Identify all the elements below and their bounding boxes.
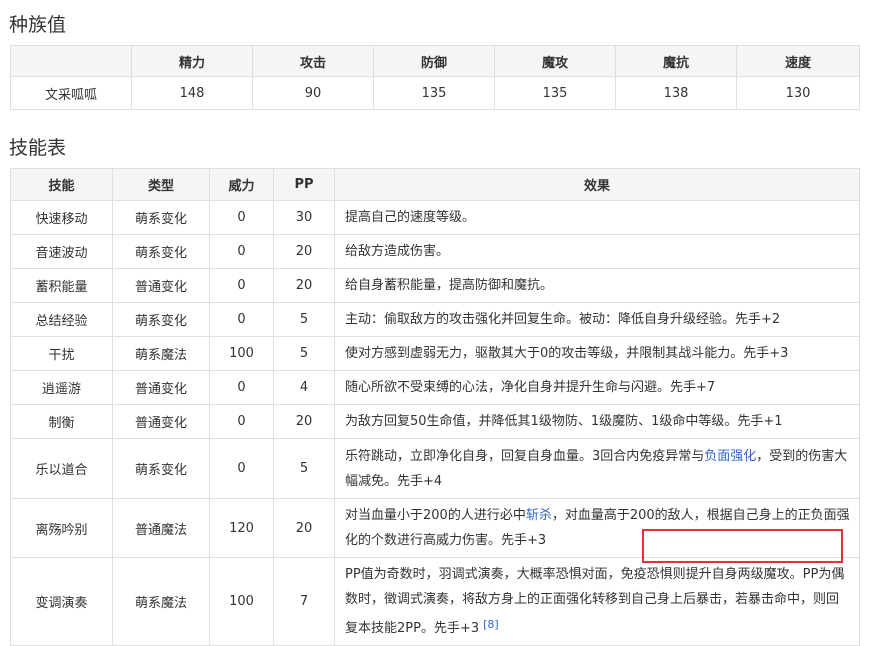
skill-pp: 5 — [273, 438, 335, 499]
stats-header-cell: 精力 — [131, 45, 253, 77]
skills-header-row: 技能 类型 威力 PP 效果 — [10, 168, 860, 201]
stats-header-cell: 魔攻 — [494, 45, 616, 77]
skill-name: 乐以道合 — [10, 438, 113, 499]
stats-value-cell: 90 — [252, 76, 374, 110]
skill-power: 120 — [209, 498, 274, 558]
stats-section-title: 种族值 — [9, 14, 67, 36]
skill-type: 普通变化 — [112, 370, 210, 405]
stats-value-cell: 130 — [736, 76, 860, 110]
skill-power: 0 — [209, 302, 274, 337]
reference-link[interactable]: [8] — [483, 618, 499, 631]
skill-name: 总结经验 — [10, 302, 113, 337]
skill-power: 100 — [209, 557, 274, 646]
skill-pp: 20 — [273, 404, 335, 439]
skills-section-title: 技能表 — [9, 137, 67, 159]
skill-name: 制衡 — [10, 404, 113, 439]
stats-value-cell: 135 — [494, 76, 616, 110]
skill-power: 0 — [209, 234, 274, 269]
stats-header-cell: 速度 — [736, 45, 860, 77]
skill-effect: 随心所欲不受束缚的心法，净化自身并提升生命与闪避。先手+7 — [334, 370, 860, 405]
skill-type: 萌系魔法 — [112, 336, 210, 371]
stats-header-cell: 魔抗 — [615, 45, 737, 77]
skill-power: 0 — [209, 200, 274, 235]
skill-effect: 给敌方造成伤害。 — [334, 234, 860, 269]
skill-type: 萌系变化 — [112, 200, 210, 235]
stats-value-cell: 138 — [615, 76, 737, 110]
skill-row: 制衡 普通变化 0 20 为敌方回复50生命值，并降低其1级物防、1级魔防、1级… — [10, 404, 860, 439]
skill-type: 萌系魔法 — [112, 557, 210, 646]
skill-effect: 主动：偷取敌方的攻击强化并回复生命。被动：降低自身升级经验。先手+2 — [334, 302, 860, 337]
skill-type: 普通魔法 — [112, 498, 210, 558]
stats-table: 精力 攻击 防御 魔攻 魔抗 速度 文采呱呱 148 90 135 135 13… — [10, 45, 860, 110]
skill-name: 音速波动 — [10, 234, 113, 269]
skill-power: 0 — [209, 438, 274, 499]
skill-name: 离殇吟别 — [10, 498, 113, 558]
stats-header-row: 精力 攻击 防御 魔攻 魔抗 速度 — [10, 45, 860, 77]
skills-header-cell: 效果 — [334, 168, 860, 201]
skill-effect-text: 给敌方造成伤害。 — [345, 244, 450, 259]
skill-power: 0 — [209, 404, 274, 439]
skill-pp: 7 — [273, 557, 335, 646]
skill-name: 快速移动 — [10, 200, 113, 235]
skill-effect-text: PP值为奇数时，羽调式演奏，大概率恐惧对面，免疫恐惧则提升自身两级魔攻。PP为偶… — [345, 567, 845, 636]
skill-power: 100 — [209, 336, 274, 371]
skill-effect: PP值为奇数时，羽调式演奏，大概率恐惧对面，免疫恐惧则提升自身两级魔攻。PP为偶… — [334, 557, 860, 646]
skill-effect-text: 给自身蓄积能量，提高防御和魔抗。 — [345, 278, 554, 293]
wiki-page: 种族值 精力 攻击 防御 魔攻 魔抗 速度 文采呱呱 148 90 135 13… — [0, 0, 876, 646]
skill-pp: 20 — [273, 498, 335, 558]
stats-header-cell: 攻击 — [252, 45, 374, 77]
skill-effect-text: 提高自己的速度等级。 — [345, 210, 476, 225]
execute-link[interactable]: 斩杀 — [526, 508, 552, 523]
skill-type: 萌系变化 — [112, 302, 210, 337]
skill-name: 蓄积能量 — [10, 268, 113, 303]
skills-header-cell: 类型 — [112, 168, 210, 201]
skill-pp: 20 — [273, 268, 335, 303]
skill-type: 萌系变化 — [112, 234, 210, 269]
skill-effect-text: 使对方感到虚弱无力，驱散其大于0的攻击等级，并限制其战斗能力。先手+3 — [345, 346, 789, 361]
skill-pp: 5 — [273, 302, 335, 337]
skills-header-cell: 技能 — [10, 168, 113, 201]
skill-type: 普通变化 — [112, 268, 210, 303]
stats-row: 文采呱呱 148 90 135 135 138 130 — [10, 76, 860, 110]
skill-effect: 提高自己的速度等级。 — [334, 200, 860, 235]
skill-effect: 乐符跳动，立即净化自身，回复自身血量。3回合内免疫异常与负面强化，受到的伤害大幅… — [334, 438, 860, 499]
skills-table: 技能 类型 威力 PP 效果 快速移动 萌系变化 0 30 提高自己的速度等级。… — [10, 168, 860, 646]
skill-row: 总结经验 萌系变化 0 5 主动：偷取敌方的攻击强化并回复生命。被动：降低自身升… — [10, 302, 860, 337]
skill-power: 0 — [209, 370, 274, 405]
skill-type: 普通变化 — [112, 404, 210, 439]
skill-effect-text: 乐符跳动，立即净化自身，回复自身血量。3回合内免疫异常与 — [345, 448, 705, 464]
skill-pp: 30 — [273, 200, 335, 235]
skill-row: 音速波动 萌系变化 0 20 给敌方造成伤害。 — [10, 234, 860, 269]
skill-name: 干扰 — [10, 336, 113, 371]
skills-header-cell: PP — [273, 168, 335, 201]
skill-name: 变调演奏 — [10, 557, 113, 646]
skill-effect-text: 随心所欲不受束缚的心法，净化自身并提升生命与闪避。先手+7 — [345, 380, 716, 395]
skill-row: 蓄积能量 普通变化 0 20 给自身蓄积能量，提高防御和魔抗。 — [10, 268, 860, 303]
highlight-annotation-box — [642, 529, 843, 563]
skill-pp: 5 — [273, 336, 335, 371]
skill-effect: 使对方感到虚弱无力，驱散其大于0的攻击等级，并限制其战斗能力。先手+3 — [334, 336, 860, 371]
skill-effect: 为敌方回复50生命值，并降低其1级物防、1级魔防、1级命中等级。先手+1 — [334, 404, 860, 439]
skill-row: 快速移动 萌系变化 0 30 提高自己的速度等级。 — [10, 200, 860, 235]
skill-row: 干扰 萌系魔法 100 5 使对方感到虚弱无力，驱散其大于0的攻击等级，并限制其… — [10, 336, 860, 371]
skill-name: 逍遥游 — [10, 370, 113, 405]
skill-row: 乐以道合 萌系变化 0 5 乐符跳动，立即净化自身，回复自身血量。3回合内免疫异… — [10, 438, 860, 499]
skill-row: 逍遥游 普通变化 0 4 随心所欲不受束缚的心法，净化自身并提升生命与闪避。先手… — [10, 370, 860, 405]
skill-row: 变调演奏 萌系魔法 100 7 PP值为奇数时，羽调式演奏，大概率恐惧对面，免疫… — [10, 557, 860, 646]
stats-value-cell: 135 — [373, 76, 495, 110]
skills-header-cell: 威力 — [209, 168, 274, 201]
skill-pp: 4 — [273, 370, 335, 405]
skill-effect: 给自身蓄积能量，提高防御和魔抗。 — [334, 268, 860, 303]
skill-effect-text: 主动：偷取敌方的攻击强化并回复生命。被动：降低自身升级经验。先手+2 — [345, 312, 781, 327]
stats-value-cell: 148 — [131, 76, 253, 110]
stats-header-cell: 防御 — [373, 45, 495, 77]
stats-name-cell: 文采呱呱 — [10, 76, 132, 110]
stats-header-cell — [10, 45, 132, 77]
skill-type: 萌系变化 — [112, 438, 210, 499]
skill-pp: 20 — [273, 234, 335, 269]
negative-buff-link[interactable]: 负面强化 — [704, 449, 756, 464]
skill-power: 0 — [209, 268, 274, 303]
skill-effect-text: 对当血量小于200的人进行必中 — [345, 508, 526, 523]
skill-effect-text: 为敌方回复50生命值，并降低其1级物防、1级魔防、1级命中等级。先手+1 — [345, 414, 783, 429]
